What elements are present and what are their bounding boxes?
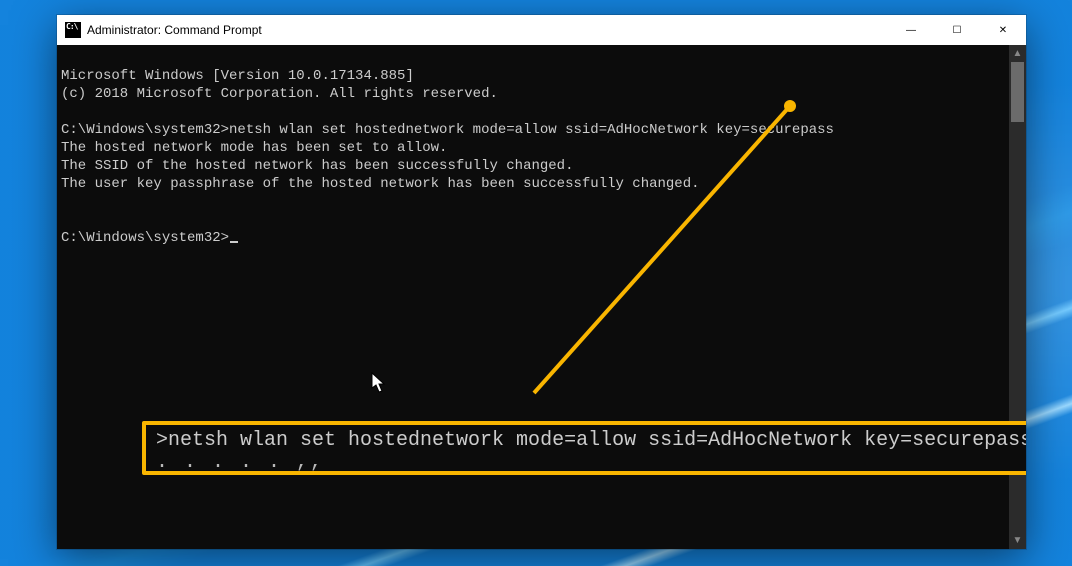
text-cursor <box>230 241 238 243</box>
chevron-up-icon: ▲ <box>1013 48 1023 59</box>
console-line: (c) 2018 Microsoft Corporation. All righ… <box>61 86 498 102</box>
console-line: Microsoft Windows [Version 10.0.17134.88… <box>61 68 414 84</box>
callout-partial-row: . . . . . ,, <box>156 452 1026 474</box>
chevron-down-icon: ▼ <box>1013 535 1023 546</box>
console-line: The hosted network mode has been set to … <box>61 140 447 156</box>
scrollbar-thumb[interactable] <box>1011 62 1024 122</box>
callout-command-text: >netsh wlan set hostednetwork mode=allow… <box>156 425 1026 452</box>
maximize-button[interactable]: ☐ <box>934 15 980 45</box>
minimize-icon: — <box>906 25 916 36</box>
desktop-background: Administrator: Command Prompt — ☐ ✕ Micr… <box>0 0 1072 566</box>
console-client-area[interactable]: Microsoft Windows [Version 10.0.17134.88… <box>57 45 1026 549</box>
close-icon: ✕ <box>999 25 1007 36</box>
scroll-up-button[interactable]: ▲ <box>1009 45 1026 62</box>
minimize-button[interactable]: — <box>888 15 934 45</box>
scroll-down-button[interactable]: ▼ <box>1009 532 1026 549</box>
maximize-icon: ☐ <box>953 25 962 36</box>
console-line: The user key passphrase of the hosted ne… <box>61 176 700 192</box>
cmd-window: Administrator: Command Prompt — ☐ ✕ Micr… <box>57 15 1026 549</box>
console-line: The SSID of the hosted network has been … <box>61 158 573 174</box>
console-line: C:\Windows\system32>netsh wlan set hoste… <box>61 122 834 138</box>
mouse-pointer-icon <box>371 372 387 394</box>
console-output: Microsoft Windows [Version 10.0.17134.88… <box>61 49 1006 247</box>
close-button[interactable]: ✕ <box>980 15 1026 45</box>
console-prompt: C:\Windows\system32> <box>61 230 229 246</box>
window-title: Administrator: Command Prompt <box>87 23 262 37</box>
cmd-icon <box>65 22 81 38</box>
titlebar[interactable]: Administrator: Command Prompt — ☐ ✕ <box>57 15 1026 45</box>
callout-magnifier: >netsh wlan set hostednetwork mode=allow… <box>142 421 1026 475</box>
